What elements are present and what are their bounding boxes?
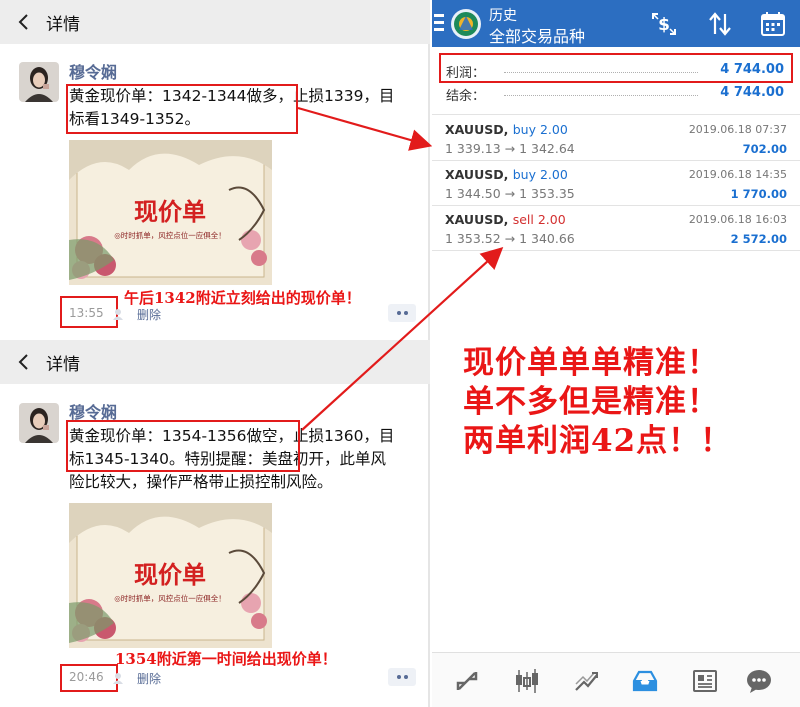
trade-symbol: XAUUSD, buy 2.00 — [445, 167, 568, 182]
bottom-tab-bar — [432, 652, 800, 707]
summary-label: 结余： — [446, 89, 486, 104]
trade-profit: 702.00 — [742, 142, 787, 156]
highlight-box — [66, 420, 300, 472]
highlight-box — [60, 664, 118, 692]
more-button[interactable] — [388, 668, 416, 686]
avatar[interactable] — [19, 403, 59, 443]
sort-icon[interactable] — [706, 10, 734, 38]
image-slogan: ◎时时抓单，风控点位一应俱全！ — [114, 230, 226, 240]
toolbar-title[interactable]: 全部交易品种 — [489, 23, 585, 47]
trade-prices: 1 344.50 → 1 353.35 — [445, 186, 575, 201]
quotes-icon[interactable] — [452, 666, 482, 696]
detail-header: 详情 — [0, 340, 430, 384]
delete-link[interactable]: 删除 — [137, 306, 161, 323]
trade-side: buy 2.00 — [512, 122, 568, 137]
trade-datetime: 2019.06.18 14:35 — [688, 168, 787, 181]
header-title: 详情 — [46, 354, 80, 375]
currency-filter-icon[interactable]: $ — [650, 10, 678, 38]
highlight-box — [66, 84, 298, 134]
header-title: 详情 — [46, 14, 80, 35]
chart-candles-icon[interactable] — [512, 666, 542, 696]
toolbar-subtitle: 历史 — [489, 8, 517, 24]
delete-link[interactable]: 删除 — [137, 670, 161, 687]
image-title: 现价单 — [134, 197, 206, 226]
trade-prices: 1 339.13 → 1 342.64 — [445, 141, 575, 156]
trade-profit: 2 572.00 — [730, 232, 787, 246]
overlay-headline: 两单利润42点！！ — [463, 423, 733, 459]
highlight-box — [439, 53, 793, 83]
author-name[interactable]: 穆令娴 — [69, 59, 117, 83]
news-icon[interactable] — [690, 666, 720, 696]
calendar-icon[interactable] — [759, 10, 787, 38]
trade-icon[interactable] — [572, 666, 602, 696]
svg-text:$: $ — [658, 15, 670, 35]
highlight-box — [60, 296, 118, 328]
trade-row[interactable]: XAUUSD, sell 2.00 1 353.52 → 1 340.66 20… — [432, 207, 800, 251]
summary-value: 4 744.00 — [720, 85, 784, 100]
menu-icon[interactable] — [434, 14, 444, 35]
trade-side: buy 2.00 — [512, 167, 568, 182]
back-arrow-icon[interactable] — [14, 12, 34, 32]
metatrader-logo-icon — [451, 9, 481, 39]
trade-row[interactable]: XAUUSD, buy 2.00 1 344.50 → 1 353.35 201… — [432, 162, 800, 206]
trade-side: sell 2.00 — [512, 212, 566, 227]
trade-row[interactable]: XAUUSD, buy 2.00 1 339.13 → 1 342.64 201… — [432, 117, 800, 161]
back-arrow-icon[interactable] — [14, 352, 34, 372]
trade-datetime: 2019.06.18 16:03 — [688, 213, 787, 226]
avatar[interactable] — [19, 62, 59, 102]
person-icon — [113, 309, 123, 320]
history-icon[interactable] — [630, 666, 660, 696]
post-image[interactable]: 现价单 ◎时时抓单，风控点位一应俱全！ — [69, 503, 272, 648]
detail-header: 详情 — [0, 0, 430, 44]
image-slogan: ◎时时抓单，风控点位一应俱全！ — [114, 593, 226, 603]
post-image[interactable]: 现价单 ◎时时抓单，风控点位一应俱全！ — [69, 140, 272, 285]
trade-symbol: XAUUSD, buy 2.00 — [445, 122, 568, 137]
summary-balance-row: 结余： 4 744.00 — [444, 82, 788, 104]
post-text-line: 险比较大，操作严格带止损控制风险。 — [69, 473, 333, 491]
chat-icon[interactable] — [744, 666, 774, 696]
trade-symbol: XAUUSD, sell 2.00 — [445, 212, 566, 227]
more-button[interactable] — [388, 304, 416, 322]
trade-prices: 1 353.52 → 1 340.66 — [445, 231, 575, 246]
annotation-text: 午后1342附近立刻给出的现价单！ — [124, 289, 361, 307]
person-icon — [113, 673, 123, 684]
trade-profit: 1 770.00 — [730, 187, 787, 201]
moments-panel: 详情 穆令娴 黄金现价单：1342-1344做多，止损1339，目 标看1349… — [0, 0, 430, 707]
app-toolbar: 历史 全部交易品种 $ — [432, 0, 800, 47]
image-title: 现价单 — [134, 560, 206, 589]
annotation-text: 1354附近第一时间给出现价单！ — [115, 650, 337, 668]
trade-datetime: 2019.06.18 07:37 — [688, 123, 787, 136]
